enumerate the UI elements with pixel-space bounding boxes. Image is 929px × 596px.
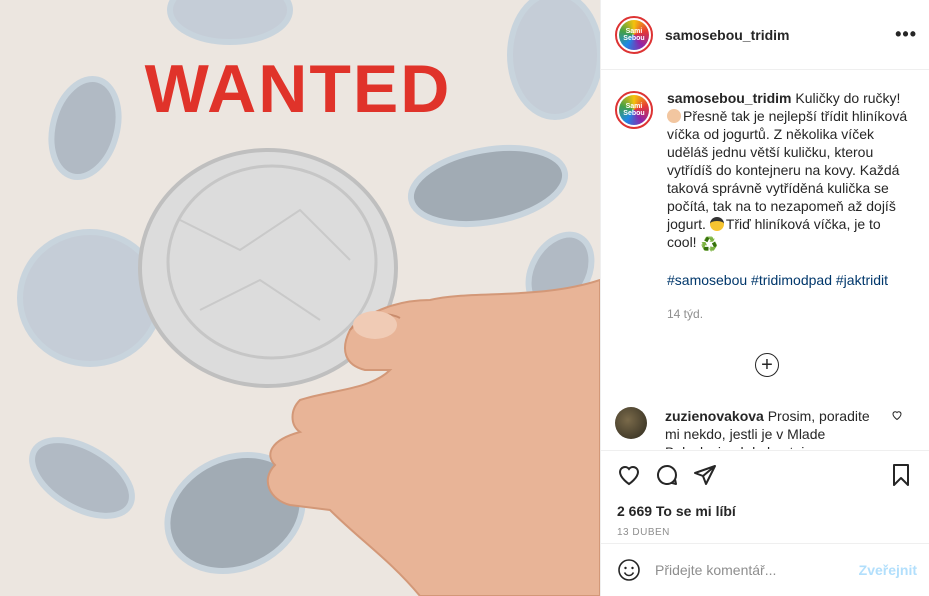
- heart-icon[interactable]: [617, 463, 641, 487]
- more-options-icon[interactable]: •••: [895, 24, 917, 45]
- post-date: 13 DUBEN: [617, 527, 670, 538]
- action-icons: [617, 459, 913, 491]
- caption-time: 14 týd.: [667, 307, 704, 321]
- image-headline: WANTED: [145, 51, 452, 127]
- caption-part-1: Kuličky do ručky!: [795, 90, 901, 106]
- likes-count[interactable]: 2 669 To se mi líbí: [617, 503, 913, 519]
- comments-scroll-area[interactable]: Sami Sebou samosebou_tridim Kuličky do r…: [601, 71, 929, 449]
- caption-username[interactable]: samosebou_tridim: [667, 90, 791, 106]
- emoji-icon[interactable]: [617, 558, 641, 582]
- commenter-username[interactable]: zuzienovakova: [665, 408, 764, 424]
- comment-text: zuzienovakova Prosim, poradite mi nekdo,…: [665, 407, 883, 449]
- avatar-logo: Sami Sebou: [619, 19, 649, 50]
- bookmark-icon[interactable]: [889, 463, 913, 487]
- comment-icon[interactable]: [655, 463, 679, 487]
- post-image-art: WANTED: [17, 0, 600, 596]
- post-image[interactable]: WANTED: [0, 0, 600, 596]
- post-header: Sami Sebou samosebou_tridim •••: [601, 0, 929, 70]
- commenter-avatar[interactable]: [615, 407, 647, 439]
- recycle-emoji-icon: ♻️: [700, 236, 718, 252]
- share-icon[interactable]: [693, 463, 717, 487]
- post-sidebar: Sami Sebou samosebou_tridim ••• Sami Seb…: [600, 0, 929, 596]
- post-comment-button[interactable]: Zveřejnit: [859, 562, 917, 578]
- hashtags[interactable]: #samosebou #tridimodpad #jaktridit: [667, 271, 912, 289]
- load-more-icon[interactable]: +: [755, 353, 779, 377]
- sunglasses-emoji-icon: [709, 217, 724, 231]
- author-avatar[interactable]: Sami Sebou: [615, 15, 653, 54]
- caption: Sami Sebou samosebou_tridim Kuličky do r…: [615, 89, 915, 323]
- caption-avatar[interactable]: Sami Sebou: [615, 91, 653, 129]
- instagram-post: WANTED Sami Sebou samosebou_tridim ••• S…: [0, 0, 929, 596]
- author-username[interactable]: samosebou_tridim: [665, 27, 895, 43]
- caption-text: samosebou_tridim Kuličky do ručky! Přesn…: [667, 89, 912, 323]
- post-actions: 2 669 To se mi líbí 13 DUBEN: [601, 450, 929, 538]
- add-comment-bar: Zveřejnit: [601, 543, 929, 596]
- fist-emoji-icon: [667, 109, 681, 123]
- caption-part-2: Přesně tak je nejlepší třídit hliníková …: [667, 108, 908, 232]
- comment-input[interactable]: [655, 562, 859, 578]
- small-heart-icon[interactable]: [891, 409, 903, 421]
- comment-item: zuzienovakova Prosim, poradite mi nekdo,…: [615, 407, 915, 449]
